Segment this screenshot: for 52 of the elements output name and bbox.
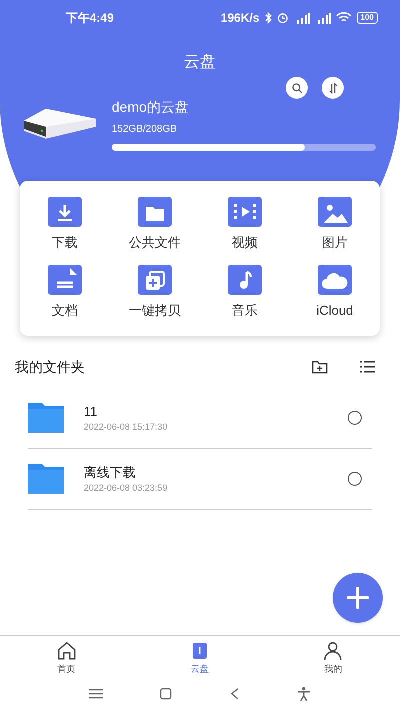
folder-row[interactable]: 离线下载 2022-06-08 03:23:59 [28,449,372,510]
nav-tab[interactable]: 我的 [266,636,400,681]
shortcut-button[interactable]: 视频 [200,197,290,252]
back-icon[interactable] [230,688,240,700]
image-icon [318,197,352,227]
shortcut-button[interactable]: iCloud [290,264,380,320]
drive-name: demo的云盘 [112,98,190,117]
section-title: 我的文件夹 [15,358,86,376]
shortcut-button[interactable]: 一键拷贝 [110,264,200,320]
folder-name: 离线下载 [84,464,137,482]
shortcut-button[interactable]: 公共文件 [110,197,200,252]
copy-icon [138,264,172,294]
select-radio[interactable] [348,411,362,425]
network-speed: 196K/s [220,10,260,27]
home-icon [56,641,77,661]
battery-level: 100 [356,12,378,24]
alarm-icon [276,12,289,24]
nav-tab[interactable]: 首页 [0,636,134,681]
swap-arrows-icon [328,82,338,94]
folder-name: 11 [84,402,98,420]
music-note-icon [228,264,262,294]
plus-icon [347,587,369,609]
page-title: 云盘 [183,53,217,73]
folder-icon [28,403,64,433]
select-radio[interactable] [348,472,362,486]
folder-icon [138,197,172,227]
hard-drive-icon [22,107,98,141]
folder-date: 2022-06-08 15:17:30 [84,421,169,434]
nav-tab[interactable]: 云盘 [133,636,267,681]
shortcut-button[interactable]: 文档 [20,264,110,320]
shortcut-button[interactable]: 图片 [290,197,380,252]
folder-icon [28,464,64,494]
wifi-icon [336,12,352,24]
folder-date: 2022-06-08 03:23:59 [84,482,169,495]
folder-row[interactable]: 11 2022-06-08 15:17:30 [28,388,372,449]
menu-icon[interactable] [88,689,103,699]
home-nav-icon[interactable] [160,688,172,700]
film-icon [228,197,262,227]
list-view-icon[interactable] [360,361,375,373]
search-icon [292,82,302,94]
document-icon [48,264,82,294]
status-time: 下午4:49 [66,10,114,27]
accessibility-icon[interactable] [297,687,312,701]
download-icon [48,197,82,227]
profile-icon [323,641,344,661]
storage-usage: 152GB/208GB [112,123,178,137]
add-button[interactable] [333,573,383,623]
new-folder-icon[interactable] [312,360,328,374]
bluetooth-icon [264,12,272,24]
shortcut-button[interactable]: 音乐 [200,264,290,320]
cloud-icon [318,264,352,294]
shortcut-button[interactable]: 下载 [20,197,110,252]
